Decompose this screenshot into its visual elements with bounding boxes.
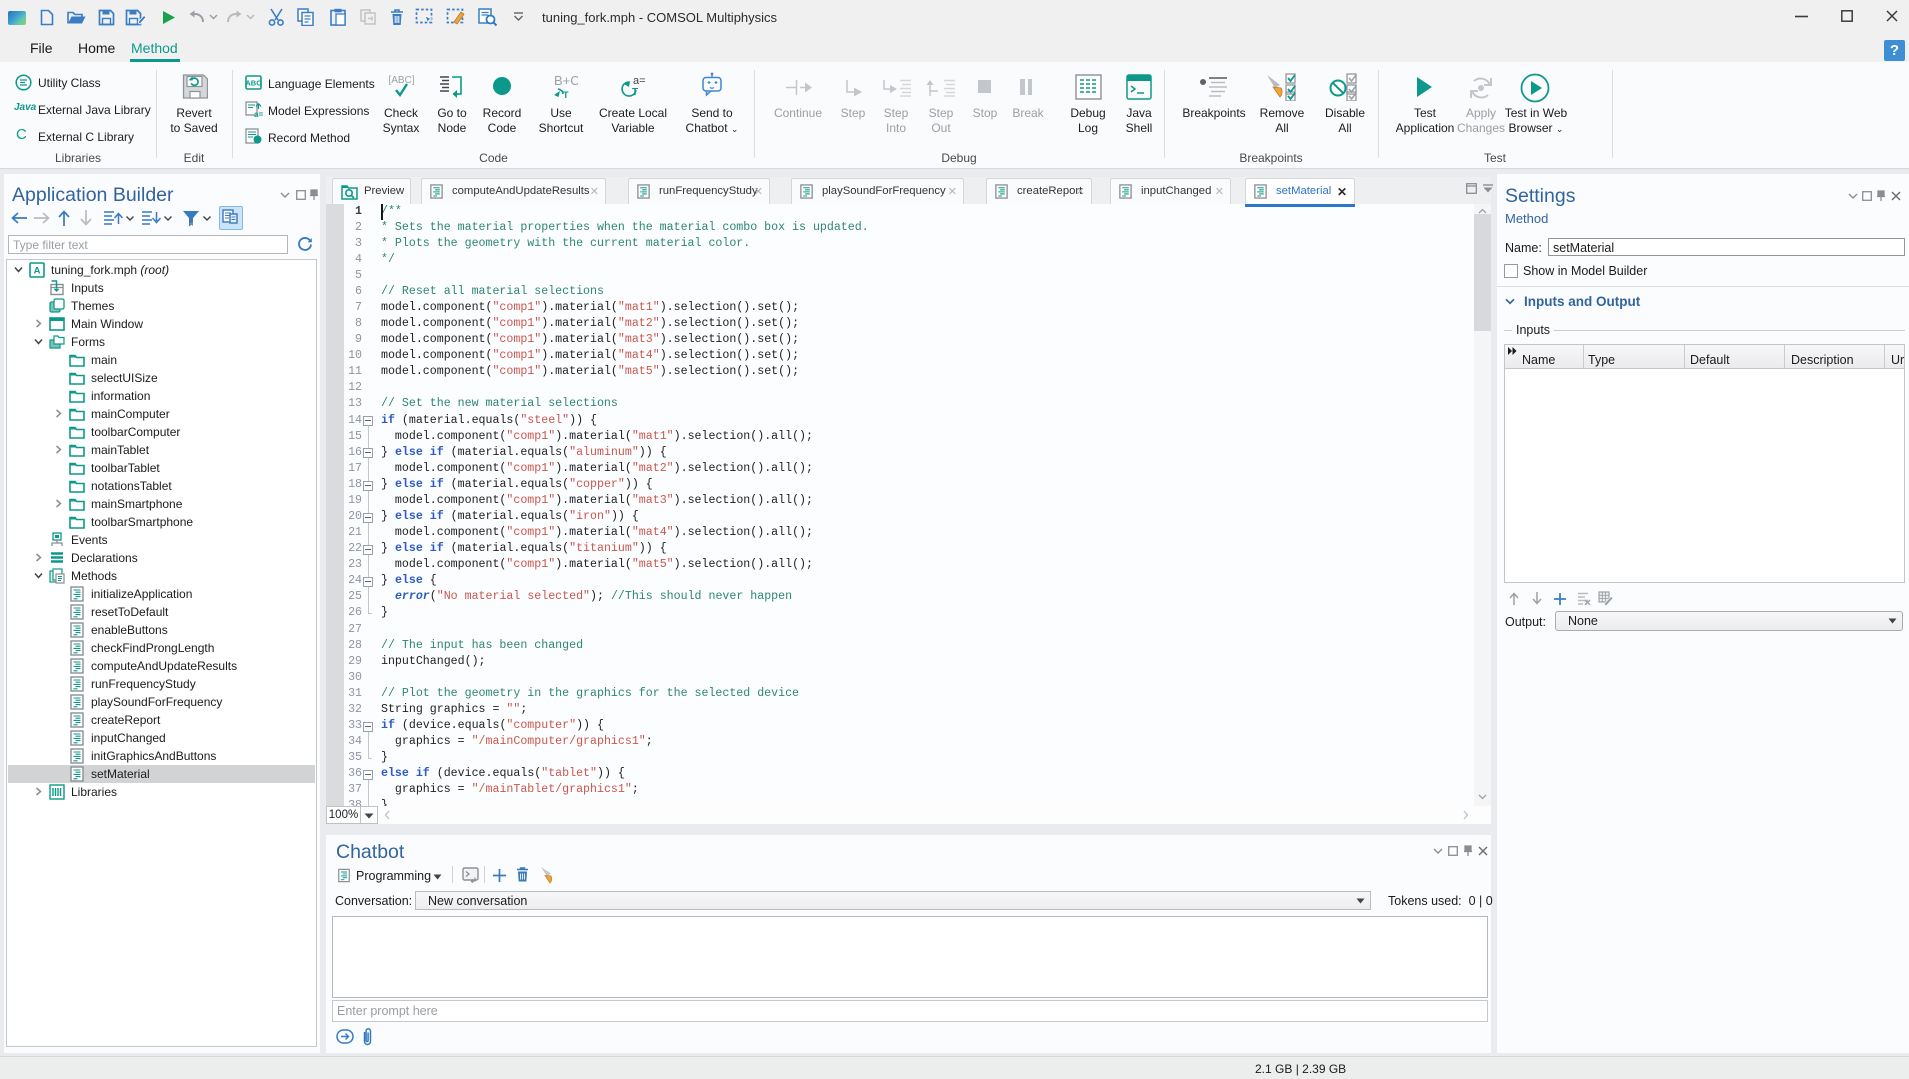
svg-text:T: T [563,90,569,99]
svg-text:a=: a= [254,110,263,118]
svg-text:B+C: B+C [554,73,578,88]
svg-text:ABC: ABC [245,79,262,88]
svg-text:A: A [34,266,41,277]
svg-text:a=: a= [633,75,646,87]
svg-text:[ABC]: [ABC] [388,75,414,86]
svg-text:T: T [632,87,638,98]
